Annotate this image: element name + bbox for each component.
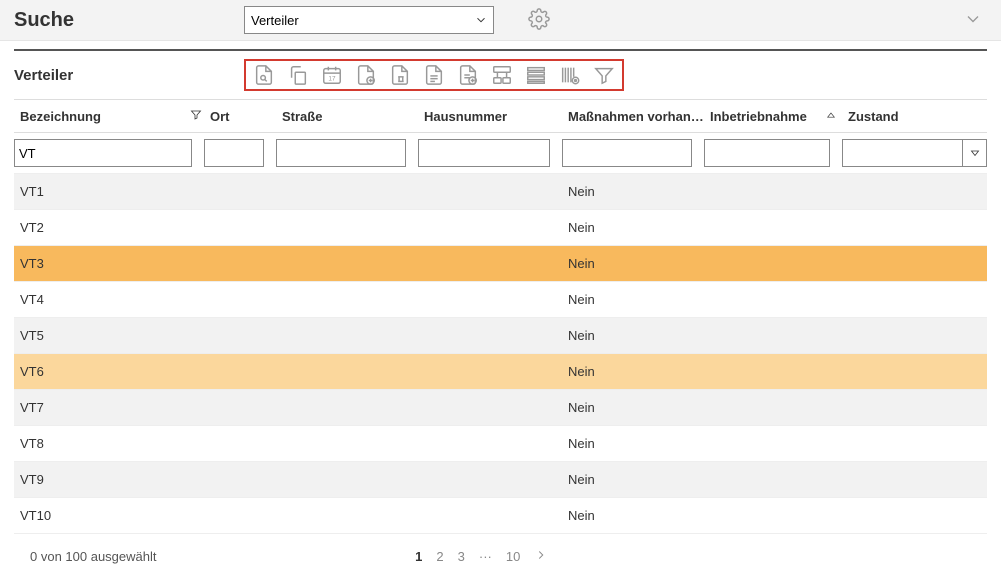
cell-bezeichnung: VT2: [14, 220, 204, 235]
delete-document-icon[interactable]: [388, 63, 412, 87]
table-row[interactable]: VT10 Nein: [14, 498, 987, 534]
filter-bezeichnung[interactable]: [14, 139, 192, 167]
calendar-icon[interactable]: 17: [320, 63, 344, 87]
cell-massnahmen: Nein: [562, 292, 704, 307]
col-header-strasse[interactable]: Straße: [276, 109, 418, 124]
table-row[interactable]: VT5 Nein: [14, 318, 987, 354]
col-header-inbetriebnahme[interactable]: Inbetriebnahme: [704, 109, 842, 124]
data-grid: Bezeichnung Ort Straße Hausnummer Maßnah…: [14, 99, 987, 534]
table-row[interactable]: VT8 Nein: [14, 426, 987, 462]
table-row[interactable]: VT9 Nein: [14, 462, 987, 498]
add-text-document-icon[interactable]: [456, 63, 480, 87]
pager-ellipsis: ···: [479, 549, 492, 564]
table-row[interactable]: VT1 Nein: [14, 174, 987, 210]
cell-bezeichnung: VT5: [14, 328, 204, 343]
col-header-ort[interactable]: Ort: [204, 109, 276, 124]
cell-massnahmen: Nein: [562, 220, 704, 235]
barcode-settings-icon[interactable]: [558, 63, 582, 87]
subheader: Verteiler 17: [0, 51, 1001, 95]
list-icon[interactable]: [524, 63, 548, 87]
pager-page[interactable]: 3: [458, 549, 465, 564]
cell-bezeichnung: VT3: [14, 256, 204, 271]
cell-bezeichnung: VT10: [14, 508, 204, 523]
settings-button[interactable]: [528, 8, 550, 33]
page-title: Suche: [14, 9, 244, 32]
sort-asc-icon: [826, 109, 836, 124]
search-header: Suche Verteiler: [0, 0, 1001, 41]
filter-strasse[interactable]: [276, 139, 406, 167]
cell-massnahmen: Nein: [562, 436, 704, 451]
filter-ort[interactable]: [204, 139, 264, 167]
svg-text:17: 17: [328, 76, 336, 83]
col-header-bezeichnung[interactable]: Bezeichnung: [14, 109, 204, 124]
table-row[interactable]: VT3 Nein: [14, 246, 987, 282]
grid-header: Bezeichnung Ort Straße Hausnummer Maßnah…: [14, 99, 987, 133]
filter-row: [14, 133, 987, 174]
filter-hausnummer[interactable]: [418, 139, 550, 167]
cell-bezeichnung: VT7: [14, 400, 204, 415]
copy-document-icon[interactable]: [286, 63, 310, 87]
col-header-hausnummer[interactable]: Hausnummer: [418, 109, 562, 124]
filter-active-icon: [190, 109, 202, 124]
filter-massnahmen[interactable]: [562, 139, 692, 167]
cell-massnahmen: Nein: [562, 472, 704, 487]
table-row[interactable]: VT2 Nein: [14, 210, 987, 246]
collapse-button[interactable]: [963, 9, 987, 32]
section-title: Verteiler: [14, 67, 244, 84]
pager: 123 ··· 10: [156, 548, 807, 565]
add-document-icon[interactable]: [354, 63, 378, 87]
col-header-massnahmen[interactable]: Maßnahmen vorhand…: [562, 109, 704, 124]
pager-page[interactable]: 10: [506, 549, 520, 564]
cell-bezeichnung: VT8: [14, 436, 204, 451]
text-document-icon[interactable]: [422, 63, 446, 87]
cell-bezeichnung: VT6: [14, 364, 204, 379]
pager-page[interactable]: 1: [415, 549, 422, 564]
col-header-zustand[interactable]: Zustand: [842, 109, 987, 124]
cell-bezeichnung: VT1: [14, 184, 204, 199]
relation-icon[interactable]: [490, 63, 514, 87]
pager-page[interactable]: 2: [436, 549, 443, 564]
cell-massnahmen: Nein: [562, 400, 704, 415]
filter-zustand[interactable]: [842, 139, 963, 167]
toolbar: 17: [244, 59, 624, 91]
cell-bezeichnung: VT4: [14, 292, 204, 307]
cell-massnahmen: Nein: [562, 364, 704, 379]
grid-footer: 0 von 100 ausgewählt 123 ··· 10: [0, 534, 1001, 573]
filter-inbetriebnahme[interactable]: [704, 139, 830, 167]
table-row[interactable]: VT6 Nein: [14, 354, 987, 390]
pager-next[interactable]: [534, 548, 548, 565]
funnel-icon[interactable]: [592, 63, 616, 87]
selection-summary: 0 von 100 ausgewählt: [30, 549, 156, 564]
table-row[interactable]: VT7 Nein: [14, 390, 987, 426]
cell-massnahmen: Nein: [562, 184, 704, 199]
search-document-icon[interactable]: [252, 63, 276, 87]
filter-zustand-dropdown[interactable]: [963, 139, 987, 167]
cell-bezeichnung: VT9: [14, 472, 204, 487]
entity-select[interactable]: Verteiler: [244, 6, 494, 34]
cell-massnahmen: Nein: [562, 256, 704, 271]
cell-massnahmen: Nein: [562, 508, 704, 523]
table-row[interactable]: VT4 Nein: [14, 282, 987, 318]
cell-massnahmen: Nein: [562, 328, 704, 343]
